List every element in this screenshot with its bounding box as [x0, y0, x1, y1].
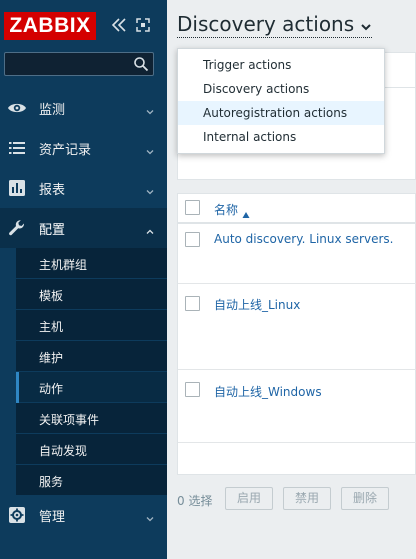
- menu-label: 监测: [39, 103, 66, 118]
- sidebar-search: [4, 52, 154, 76]
- chevron-down-icon: [145, 102, 155, 115]
- submenu-label: 维护: [39, 351, 64, 365]
- table-row: 自动上线_Windows: [178, 370, 416, 443]
- submenu-item-event-correlation[interactable]: 关联项事件: [16, 403, 167, 434]
- list-icon: [7, 138, 27, 158]
- chevron-down-icon: [145, 509, 155, 522]
- submenu-item-maintenance[interactable]: 维护: [16, 341, 167, 372]
- wrench-icon: [7, 218, 27, 238]
- search-icon[interactable]: [133, 56, 149, 72]
- chevron-down-icon: [145, 182, 155, 195]
- menu-item-label: Discovery actions: [203, 82, 310, 96]
- menu-item-autoregistration-actions[interactable]: Autoregistration actions: [178, 101, 384, 125]
- table-header: 名称: [178, 194, 416, 224]
- menu-item-discovery-actions[interactable]: Discovery actions: [178, 77, 384, 101]
- kiosk-mode-icon[interactable]: [136, 17, 150, 32]
- table-row: 自动上线_Linux: [178, 284, 416, 370]
- selected-count: 0 选择: [177, 494, 213, 508]
- action-type-menu: Trigger actions Discovery actions Autore…: [177, 48, 385, 154]
- submenu-label: 关联项事件: [39, 413, 100, 427]
- submenu-item-discovery[interactable]: 自动发现: [16, 434, 167, 465]
- zabbix-logo[interactable]: ZABBIX: [4, 12, 96, 40]
- menu-item-trigger-actions[interactable]: Trigger actions: [178, 53, 384, 77]
- menu-item-label: Internal actions: [203, 130, 297, 144]
- chevron-up-icon: [145, 222, 155, 234]
- submenu-item-hosts[interactable]: 主机: [16, 310, 167, 341]
- column-header-name[interactable]: 名称: [214, 201, 238, 218]
- search-input[interactable]: [5, 53, 125, 75]
- eye-icon: [7, 98, 27, 118]
- submenu-item-templates[interactable]: 模板: [16, 279, 167, 310]
- sort-ascending-icon[interactable]: [242, 204, 250, 218]
- submenu-item-host-groups[interactable]: 主机群组: [16, 248, 167, 279]
- submenu-label: 主机: [39, 320, 64, 334]
- submenu-item-actions[interactable]: 动作: [16, 372, 167, 403]
- submenu-label: 主机群组: [39, 258, 88, 272]
- menu-item-label: Trigger actions: [203, 58, 292, 72]
- bar-chart-icon: [7, 178, 27, 198]
- chevron-down-icon: [145, 142, 155, 155]
- disable-button[interactable]: 禁用: [283, 487, 331, 510]
- enable-button[interactable]: 启用: [225, 487, 273, 510]
- submenu-label: 自动发现: [39, 444, 88, 458]
- table-row: Auto discovery. Linux servers.: [178, 224, 416, 284]
- page-title-dropdown[interactable]: Discovery actions: [177, 12, 373, 38]
- action-name-link[interactable]: 自动上线_Linux: [214, 296, 300, 313]
- actions-table: 名称 Auto discovery. Linux servers. 自动上线_L…: [177, 193, 416, 475]
- action-name-link[interactable]: Auto discovery. Linux servers.: [214, 232, 393, 246]
- menu-item-administration[interactable]: 管理: [0, 495, 167, 535]
- menu-label: 管理: [39, 510, 66, 525]
- submenu-label: 动作: [39, 382, 64, 396]
- submenu-label: 服务: [39, 475, 64, 489]
- action-name-link[interactable]: 自动上线_Windows: [214, 383, 322, 400]
- row-checkbox[interactable]: [185, 232, 200, 247]
- row-checkbox[interactable]: [185, 296, 200, 311]
- menu-item-reports[interactable]: 报表: [0, 168, 167, 208]
- chevron-down-icon: [360, 14, 372, 38]
- menu-item-inventory[interactable]: 资产记录: [0, 128, 167, 168]
- menu-item-configuration[interactable]: 配置: [0, 208, 167, 248]
- menu-label: 配置: [39, 223, 66, 238]
- menu-item-label: Autoregistration actions: [203, 106, 348, 120]
- gear-icon: [7, 505, 27, 525]
- table-footer: 0 选择 启用 禁用 删除: [177, 487, 416, 511]
- menu-item-internal-actions[interactable]: Internal actions: [178, 125, 384, 149]
- row-checkbox[interactable]: [185, 382, 200, 397]
- delete-button[interactable]: 删除: [341, 487, 389, 510]
- page-title: Discovery actions: [177, 12, 355, 36]
- submenu-label: 模板: [39, 289, 64, 303]
- collapse-sidebar-icon[interactable]: [110, 16, 128, 34]
- select-all-checkbox[interactable]: [185, 200, 200, 215]
- sidebar: ZABBIX 监测 资产记录 报表 配置 主机群组 模板 主机 维护 动作 关联…: [0, 0, 167, 559]
- menu-item-monitoring[interactable]: 监测: [0, 88, 167, 128]
- sidebar-header: ZABBIX: [0, 0, 167, 48]
- submenu-item-services[interactable]: 服务: [16, 465, 167, 496]
- menu-label: 资产记录: [39, 143, 92, 158]
- menu-label: 报表: [39, 183, 66, 198]
